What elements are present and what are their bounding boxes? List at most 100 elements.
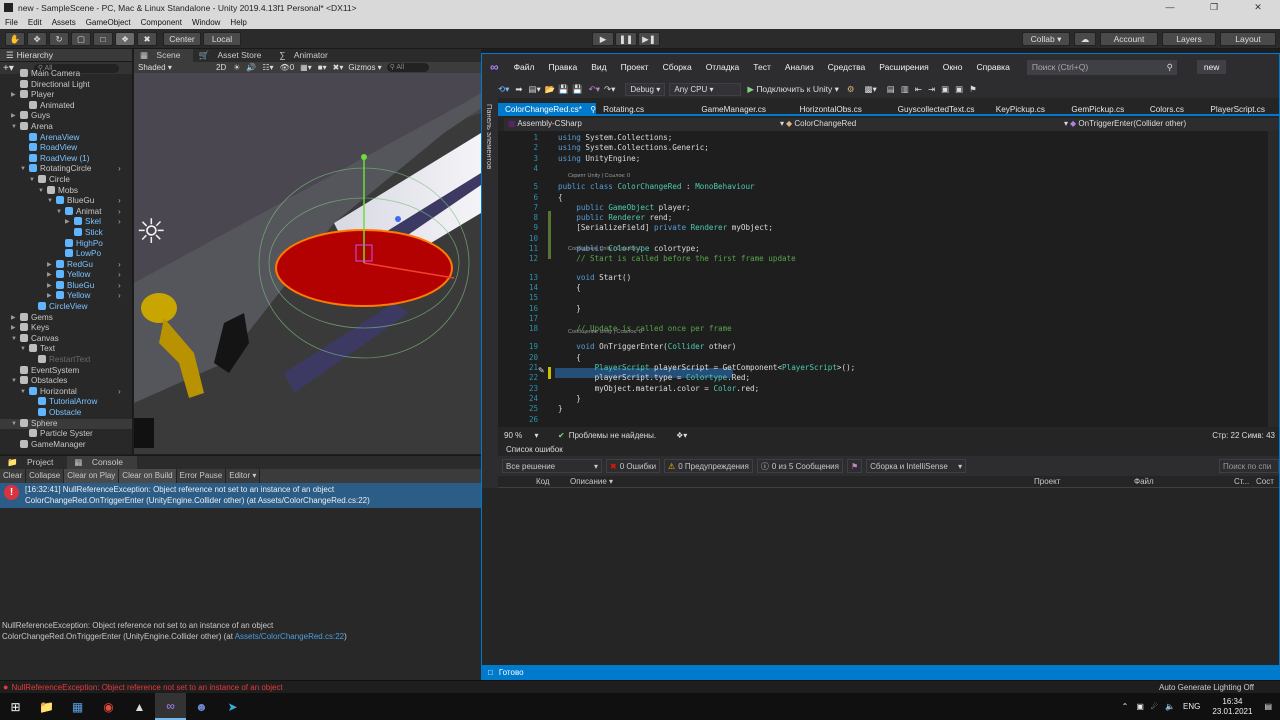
volume-icon[interactable]: 🔈 [1165, 702, 1175, 711]
hierarchy-item[interactable]: ▶ Yellow › [0, 270, 132, 281]
messages-filter[interactable]: ⓘ 0 из 5 Сообщения [756, 459, 843, 473]
visual-studio-icon[interactable]: ∞ [155, 693, 186, 720]
hierarchy-item[interactable]: Main Camera [0, 69, 132, 80]
discord-icon[interactable]: ☻ [186, 693, 217, 720]
tab-rotating[interactable]: Rotating.cs [596, 103, 694, 114]
hierarchy-item[interactable]: ▼ Circle [0, 174, 132, 186]
menu-window[interactable]: Window [187, 18, 225, 27]
hierarchy-item[interactable]: RoadView (1) [0, 153, 132, 165]
comment-icon[interactable]: ▣ [941, 84, 949, 95]
run-button[interactable]: ▶ Подключить к Unity ▾ [747, 84, 838, 95]
errors-filter[interactable]: ✖ 0 Ошибки [606, 459, 661, 473]
error-pause-button[interactable]: Error Pause [177, 469, 227, 483]
vs-menu-help[interactable]: Справка [969, 62, 1016, 72]
tab-playerscript[interactable]: PlayerScript.cs [1203, 103, 1279, 114]
filter-icon[interactable]: ⚑ [846, 459, 863, 473]
no-problems-text[interactable]: Проблемы не найдены. [569, 431, 656, 440]
expand-arrow-icon[interactable]: ▶ [47, 281, 52, 292]
col-description[interactable]: Описание ▾ [570, 476, 1034, 487]
lighting-icon[interactable]: ☀ [230, 63, 243, 72]
vs-menu-debug[interactable]: Отладка [699, 62, 747, 72]
expand-arrow-icon[interactable]: ▶ [47, 260, 52, 271]
start-icon[interactable]: ⊞ [0, 693, 31, 720]
language-indicator[interactable]: ENG [1183, 702, 1200, 711]
toolbox-strip[interactable]: Панель элементов [482, 98, 498, 488]
audio-icon[interactable]: 🔊 [243, 63, 259, 72]
unity-hub-icon[interactable]: ▲ [124, 693, 155, 720]
vs-menu-tools[interactable]: Средства [821, 62, 873, 72]
vs-menu-analyze[interactable]: Анализ [778, 62, 821, 72]
hierarchy-item[interactable]: ArenaView [0, 132, 132, 144]
transform-tool-icon[interactable]: ❖ [115, 32, 135, 46]
bookmark-icon[interactable]: ⚑ [969, 84, 977, 95]
vs-menu-edit[interactable]: Правка [541, 62, 584, 72]
attach-icon[interactable]: ⚙ [847, 84, 855, 95]
outdent-icon[interactable]: ⇥ [928, 84, 935, 95]
network-icon[interactable]: ▣ [1136, 702, 1144, 711]
back-icon[interactable]: ⟲▾ [498, 84, 509, 95]
expand-arrow-icon[interactable]: ▶ [47, 291, 52, 302]
expand-arrow-icon[interactable]: ▼ [38, 186, 44, 197]
hierarchy-item[interactable]: ▼ Text [0, 344, 132, 355]
uncomment-icon[interactable]: ▣ [955, 84, 963, 95]
col-project[interactable]: Проект [1034, 476, 1134, 487]
hierarchy-item[interactable]: EventSystem [0, 365, 132, 377]
hierarchy-item[interactable]: ▶ Yellow › [0, 291, 132, 302]
expand-arrow-icon[interactable]: ▶ [11, 111, 16, 122]
redo-icon[interactable]: ↷▾ [604, 84, 615, 95]
hierarchy-item[interactable]: Obstacle [0, 408, 132, 419]
vs-search-box[interactable]: Поиск (Ctrl+Q) ⚲ [1026, 59, 1177, 75]
expand-arrow-icon[interactable]: ▼ [20, 164, 26, 175]
tab-horizontalobs[interactable]: HorizontalObs.cs [792, 103, 890, 114]
hierarchy-item[interactable]: ▶ BlueGu › [0, 280, 132, 292]
clear-button[interactable]: Clear [0, 469, 27, 483]
layers-dropdown[interactable]: Layers [1162, 32, 1216, 46]
platform-dropdown[interactable]: Any CPU ▾ [669, 82, 742, 96]
hierarchy-item[interactable]: HighPo [0, 238, 132, 250]
hierarchy-item[interactable]: ▼ Horizontal › [0, 386, 132, 398]
tools-icon[interactable]: ✖▾ [330, 63, 347, 72]
new-item-icon[interactable]: ▤▾ [529, 84, 541, 95]
hierarchy-item[interactable]: LowPo [0, 249, 132, 260]
collapse-button[interactable]: Collapse [26, 469, 65, 483]
pivot-center-button[interactable]: Center [163, 32, 201, 46]
undo-icon[interactable]: ↶▾ [589, 84, 600, 95]
hierarchy-item[interactable]: ▼ BlueGu › [0, 196, 132, 207]
grid-icon[interactable]: ▦▾ [297, 63, 315, 72]
menu-help[interactable]: Help [225, 18, 251, 27]
warnings-filter[interactable]: ⚠ 0 Предупреждения [664, 459, 753, 473]
expand-arrow-icon[interactable]: ▼ [29, 175, 35, 186]
cloud-icon[interactable]: ☁ [1074, 32, 1096, 46]
expand-arrow-icon[interactable]: ▼ [11, 122, 17, 133]
tab-gamemanager[interactable]: GameManager.cs [694, 103, 792, 114]
status-error-text[interactable]: NullReferenceException: Object reference… [11, 683, 282, 692]
vs-menu-test[interactable]: Тест [746, 62, 778, 72]
prefab-open-icon[interactable]: › [118, 207, 121, 218]
codelens-script[interactable]: Скрипт Unity | Ссылок: 0 [568, 173, 630, 179]
col-file[interactable]: Файл [1134, 476, 1234, 487]
tray-chevron-icon[interactable]: ⌃ [1122, 702, 1129, 711]
vertical-scrollbar[interactable] [1268, 131, 1279, 427]
prefab-open-icon[interactable]: › [118, 164, 121, 175]
nav-project-dropdown[interactable]: ▦ Assembly-CSharp [508, 119, 582, 128]
store-icon[interactable]: ▦ [62, 693, 93, 720]
expand-arrow-icon[interactable]: ▶ [11, 323, 16, 334]
shading-dropdown[interactable]: Shaded ▾ [134, 63, 212, 72]
rect-tool-icon[interactable]: □ [93, 32, 113, 46]
tab-gempickup[interactable]: GemPickup.cs [1064, 103, 1142, 114]
hierarchy-item[interactable]: ▶ Player [0, 90, 132, 101]
tab-animator[interactable]: ∑ Animator [273, 49, 339, 62]
move-tool-icon[interactable]: ✥ [27, 32, 47, 46]
open-icon[interactable]: 📂 [545, 84, 556, 95]
expand-arrow-icon[interactable]: ▶ [11, 313, 16, 324]
hierarchy-item[interactable]: ▼ RotatingCircle › [0, 164, 132, 175]
code-editor[interactable]: ✎ 1 using System.Collections; 2 using Syste… [498, 131, 1279, 427]
zoom-dropdown[interactable]: 90 % ▾ [498, 431, 558, 440]
effects-icon[interactable]: ☷▾ [259, 63, 276, 72]
prefab-open-icon[interactable]: › [118, 196, 121, 207]
layout-dropdown[interactable]: Layout [1220, 32, 1276, 46]
menu-file[interactable]: File [0, 18, 23, 27]
tab-project[interactable]: 📁 Project [0, 456, 67, 469]
hierarchy-item[interactable]: ▼ Mobs [0, 185, 132, 197]
scope-dropdown[interactable]: Все решение ▾ [502, 459, 602, 473]
